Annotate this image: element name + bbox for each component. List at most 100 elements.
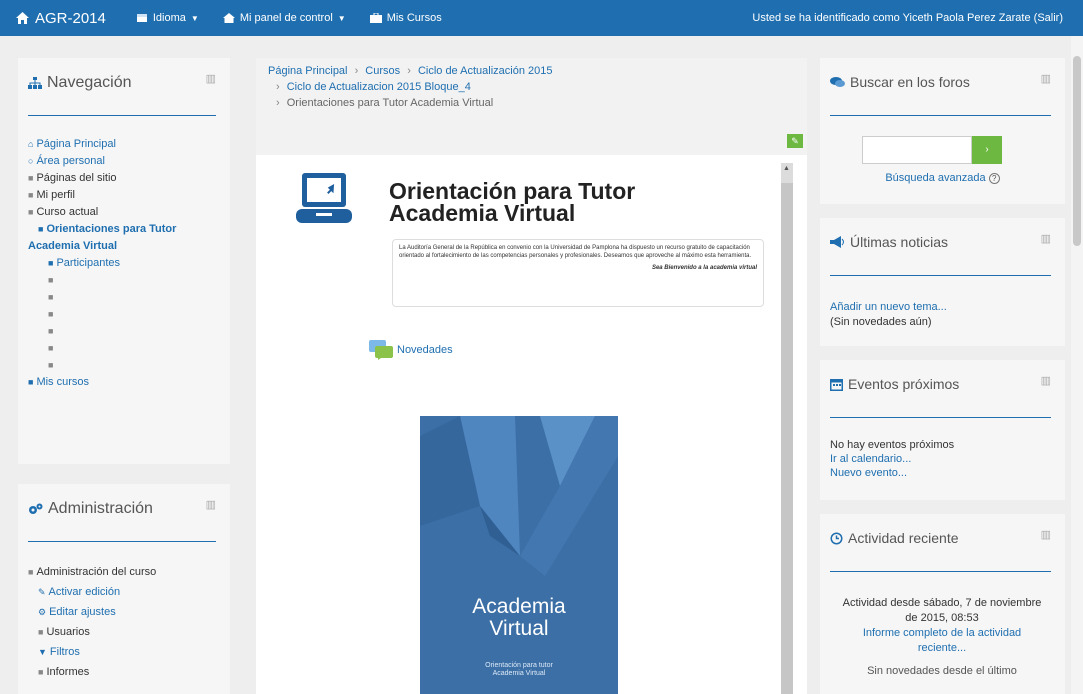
upcoming-events-block: Eventos próximos ▥ No hay eventos próxim… [820, 360, 1065, 500]
flag-icon [136, 14, 147, 22]
collapse-block-icon[interactable]: ▥ [1041, 232, 1051, 245]
events-content: No hay eventos próximos Ir al calendario… [830, 438, 954, 480]
sitemap-icon [28, 77, 42, 89]
calendar-link[interactable]: Ir al calendario... [830, 452, 954, 466]
home-icon: ⌂ [28, 139, 34, 149]
site-home-link[interactable]: AGR-2014 [16, 10, 106, 27]
forum-search-button[interactable]: › [972, 136, 1002, 164]
tree-item[interactable]: ■ Curso actual [28, 204, 176, 221]
activity-since-text: Actividad desde sábado, 7 de noviembre d… [842, 597, 1042, 624]
cover-subtitle: Orientación para tutor Academia Virtual [420, 662, 618, 678]
collapse-block-icon[interactable]: ▥ [206, 72, 216, 85]
pencil-icon: ✎ [38, 587, 46, 597]
tree-item-label: Curso actual [36, 206, 99, 218]
tree-item: ■ [28, 289, 176, 306]
tree-item[interactable]: ▼ Filtros [28, 642, 156, 662]
breadcrumb-separator: › [407, 65, 411, 77]
tree-item-label: Participantes [56, 257, 121, 269]
tree-item[interactable]: ✎ Activar edición [28, 582, 156, 602]
block-title: Últimas noticias [850, 234, 949, 250]
advanced-search-link[interactable]: Búsqueda avanzada [885, 172, 985, 184]
forum-icon [369, 340, 393, 360]
cover-subtitle-line: Orientación para tutor [485, 662, 553, 669]
top-navbar: AGR-2014 Idioma ▼ Mi panel de control ▼ … [0, 0, 1083, 36]
tree-item[interactable]: ⚙ Editar ajustes [28, 602, 156, 622]
cover-title-line: Academia [472, 595, 566, 618]
tree-item-label: Usuarios [46, 626, 90, 638]
edit-settings-button[interactable]: ✎ [787, 134, 803, 148]
language-menu[interactable]: Idioma ▼ [136, 12, 199, 24]
collapse-block-icon[interactable]: ▥ [1041, 374, 1051, 387]
course-cover-image: Academia Virtual Orientación para tutor … [420, 416, 618, 694]
tree-item[interactable]: ■ Informes [28, 662, 156, 682]
forum-link-label: Novedades [397, 344, 453, 356]
block-title: Navegación [47, 74, 132, 91]
breadcrumb-item[interactable]: Ciclo de Actualizacion 2015 Bloque_4 [287, 81, 471, 93]
cover-title: Academia Virtual [420, 596, 618, 640]
briefcase-icon [369, 13, 382, 23]
breadcrumb-item[interactable]: Ciclo de Actualización 2015 [418, 65, 553, 77]
my-courses-link[interactable]: Mis Cursos [369, 12, 442, 24]
bullhorn-icon [830, 236, 844, 248]
no-events-text: No hay eventos próximos [830, 439, 955, 451]
administration-block: Administración ▥ ■ Administración del cur… [18, 484, 230, 694]
filter-icon: ▼ [38, 647, 47, 657]
chat-bubbles-icon [830, 77, 845, 87]
folder-icon: ■ [48, 360, 54, 370]
calendar-icon [830, 378, 843, 391]
block-title: Actividad reciente [848, 530, 959, 546]
block-header: Administración [28, 500, 153, 518]
gear-icon: ⚙ [38, 607, 47, 617]
tree-item[interactable]: ■Academia Virtual [28, 238, 176, 255]
page-scrollbar[interactable] [1071, 36, 1083, 694]
news-forum-link[interactable]: Novedades [369, 340, 453, 360]
folder-icon: ■ [38, 224, 44, 234]
tree-item[interactable]: ■ Administración del curso [28, 562, 156, 582]
full-report-link[interactable]: Informe completo de la actividad recient… [842, 626, 1042, 656]
dashboard-icon [222, 13, 235, 23]
help-icon[interactable]: ? [988, 173, 1000, 184]
home-icon [16, 12, 29, 24]
tree-item[interactable]: ○ Área personal [28, 153, 176, 170]
content-scrollbar[interactable]: ▲ [781, 163, 793, 694]
collapse-block-icon[interactable]: ▥ [1041, 72, 1051, 85]
no-news-since-text: Sin novedades desde el último [867, 665, 1017, 677]
new-event-link[interactable]: Nuevo evento... [830, 466, 954, 480]
dashboard-menu[interactable]: Mi panel de control ▼ [222, 12, 346, 24]
folder-icon: ■ [48, 343, 54, 353]
collapse-block-icon[interactable]: ▥ [1041, 528, 1051, 541]
tree-item[interactable]: ■ Mi perfil [28, 187, 176, 204]
folder-icon: ■ [48, 275, 54, 285]
block-header: Últimas noticias [830, 234, 948, 250]
my-courses-label: Mis Cursos [386, 12, 442, 24]
cover-subtitle-line: Academia Virtual [492, 670, 546, 677]
tree-item[interactable]: ■ Mis cursos [28, 374, 176, 391]
breadcrumb-item[interactable]: Página Principal [268, 65, 348, 77]
logged-in-user-text[interactable]: Usted se ha identificado como Yiceth Pao… [752, 12, 1063, 24]
folder-icon: ■ [48, 309, 54, 319]
cover-artwork [420, 416, 618, 576]
breadcrumb-current: Orientaciones para Tutor Academia Virtua… [286, 97, 494, 109]
tree-item[interactable]: ■ Páginas del sitio [28, 170, 176, 187]
tree-item[interactable]: ■ Usuarios [28, 622, 156, 642]
breadcrumb-separator: › [354, 65, 359, 77]
add-topic-link[interactable]: Añadir un nuevo tema... [830, 300, 947, 315]
site-name: AGR-2014 [35, 9, 106, 27]
collapse-block-icon[interactable]: ▥ [206, 498, 216, 511]
intro-text: La Auditoría General de la República en … [399, 245, 752, 259]
block-header: Buscar en los foros [830, 74, 970, 90]
news-content: Añadir un nuevo tema... (Sin novedades a… [830, 300, 947, 330]
scrollbar-thumb[interactable] [781, 183, 793, 694]
breadcrumb-item[interactable]: Cursos [365, 65, 400, 77]
folder-icon: ■ [38, 667, 44, 677]
forum-search-input[interactable] [862, 136, 972, 164]
tree-item: ■ [28, 306, 176, 323]
scroll-up-icon[interactable]: ▲ [783, 165, 790, 172]
tree-item[interactable]: ■ Participantes [28, 255, 176, 272]
tree-item-label: Página Principal [36, 138, 116, 150]
tree-item[interactable]: ⌂ Página Principal [28, 136, 176, 153]
page-scrollbar-thumb[interactable] [1073, 56, 1081, 246]
tree-item: ■ [28, 340, 176, 357]
tree-item: ■ [28, 357, 176, 374]
tree-item[interactable]: ■ Orientaciones para Tutor [28, 221, 176, 238]
